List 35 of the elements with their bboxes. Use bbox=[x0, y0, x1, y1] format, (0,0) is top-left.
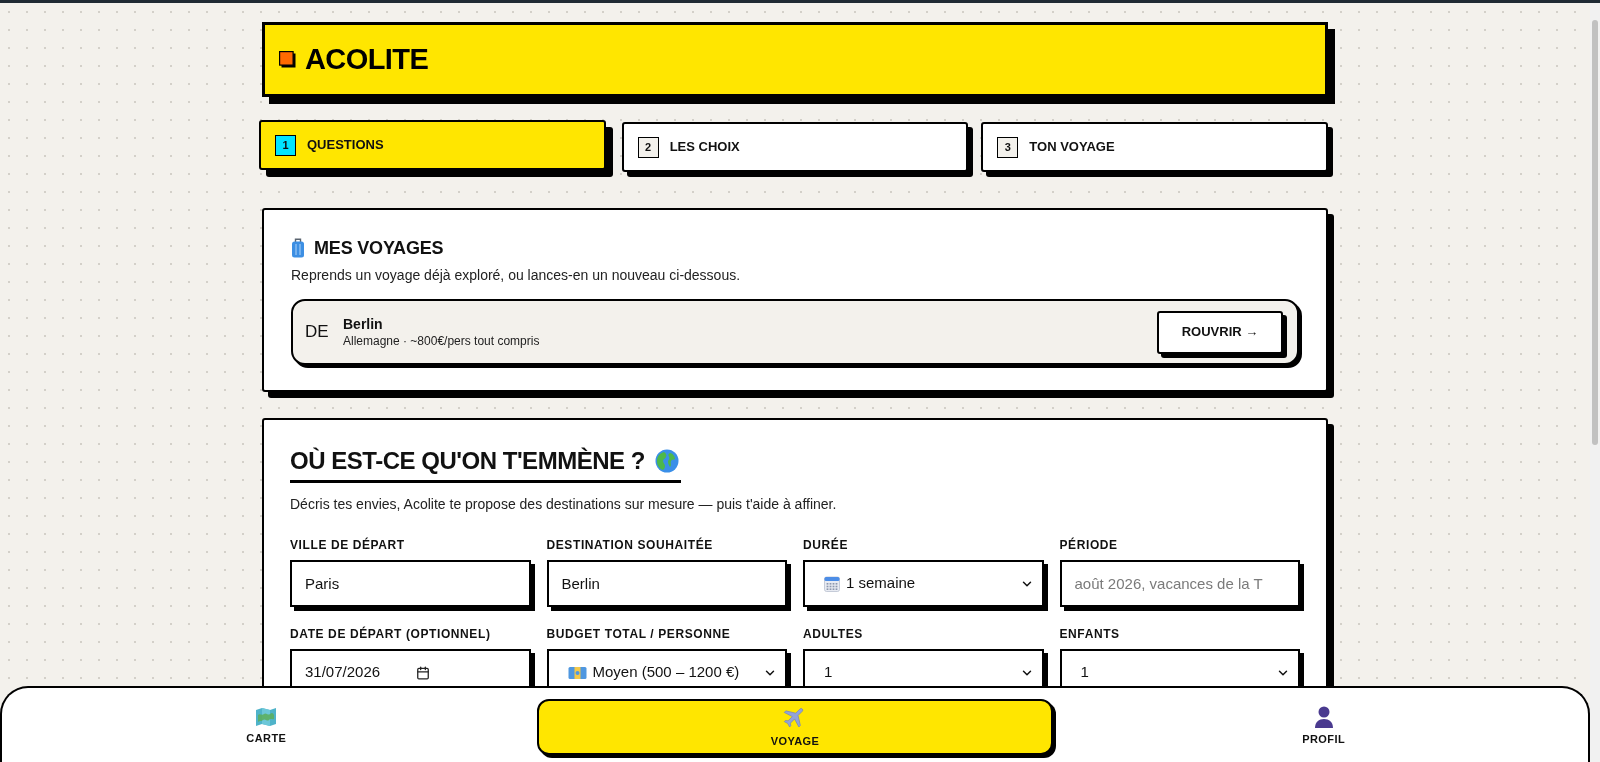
field-label: VILLE DE DÉPART bbox=[290, 536, 406, 554]
calendar-icon[interactable] bbox=[416, 665, 431, 680]
square-logo-icon bbox=[279, 51, 296, 68]
field-label: DURÉE bbox=[803, 536, 849, 554]
globe-icon bbox=[654, 449, 679, 473]
calendar-icon bbox=[824, 575, 840, 592]
step-number: 3 bbox=[997, 136, 1019, 158]
nav-tab[interactable]: CARTE bbox=[221, 699, 312, 755]
section-title: MES VOYAGES bbox=[314, 237, 444, 260]
section-description: Reprends un voyage déjà exploré, ou lances-en un nouveau ci-dessous. bbox=[291, 266, 742, 285]
map-icon bbox=[255, 707, 278, 728]
field-label: DATE DE DÉPART (OPTIONNEL) bbox=[290, 625, 492, 643]
nav-tab[interactable]: VOYAGE bbox=[536, 699, 1054, 755]
app-title: ACOLITE bbox=[305, 41, 429, 77]
trip-details: Allemagne · ~800€/pers tout compris bbox=[343, 333, 540, 349]
saved-trip-row[interactable]: DE Berlin Allemagne · ~800€/pers tout compris ROUVRIR → bbox=[291, 299, 1299, 365]
scrollbar-thumb[interactable] bbox=[1592, 20, 1598, 445]
nav-tab[interactable]: PROFIL bbox=[1278, 699, 1369, 755]
form-description: Décris tes envies, Acolite te propose des destinations sur mesure — puis t'aide à affiner. bbox=[290, 495, 838, 514]
step-number: 1 bbox=[275, 134, 296, 156]
form-title: OÙ EST-CE QU'ON T'EMMÈNE ? bbox=[290, 446, 645, 476]
suitcase-icon bbox=[291, 238, 305, 258]
trip-city: Berlin bbox=[343, 315, 384, 333]
text-input[interactable]: Berlin bbox=[546, 560, 787, 607]
country-code: DE bbox=[305, 321, 330, 344]
text-input[interactable]: Paris bbox=[290, 560, 531, 607]
person-icon bbox=[1313, 706, 1334, 729]
field-label: PÉRIODE bbox=[1059, 536, 1119, 554]
banknote-icon bbox=[567, 665, 587, 680]
text-input[interactable]: août 2026, vacances de la T bbox=[1059, 560, 1300, 607]
field-label: DESTINATION SOUHAITÉE bbox=[546, 536, 714, 554]
step-number: 2 bbox=[637, 136, 659, 158]
field-label: ADULTES bbox=[803, 626, 864, 643]
field-label: ENFANTS bbox=[1059, 626, 1121, 643]
field-label: BUDGET TOTAL / PERSONNE bbox=[546, 626, 732, 643]
